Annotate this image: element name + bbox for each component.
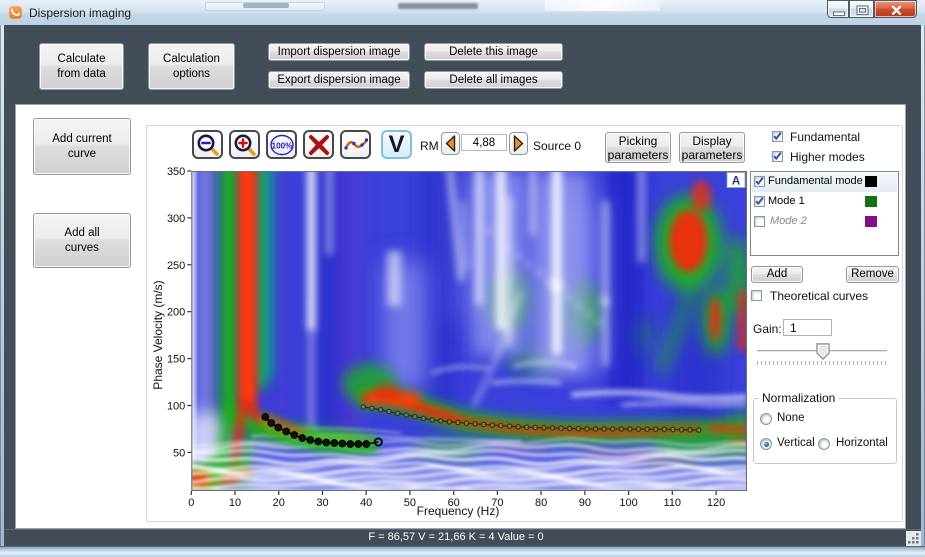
svg-text:40: 40	[360, 497, 372, 509]
svg-text:100: 100	[619, 497, 637, 509]
svg-text:100%: 100%	[271, 141, 293, 150]
svg-text:200: 200	[167, 307, 185, 319]
svg-text:10: 10	[229, 497, 241, 509]
svg-text:350: 350	[167, 166, 185, 178]
svg-text:30: 30	[316, 497, 328, 509]
svg-text:120: 120	[707, 497, 725, 509]
svg-text:150: 150	[167, 354, 185, 366]
svg-text:0: 0	[188, 497, 194, 509]
svg-text:50: 50	[173, 447, 185, 459]
svg-text:Frequency (Hz): Frequency (Hz)	[417, 504, 500, 518]
svg-text:50: 50	[404, 497, 416, 509]
svg-text:100: 100	[167, 401, 185, 413]
svg-text:80: 80	[535, 497, 547, 509]
svg-text:300: 300	[167, 213, 185, 225]
svg-text:A: A	[732, 176, 740, 188]
svg-text:110: 110	[664, 497, 682, 509]
svg-text:250: 250	[167, 260, 185, 272]
svg-text:Phase Velocity (m/s): Phase Velocity (m/s)	[151, 280, 165, 389]
svg-text:20: 20	[273, 497, 285, 509]
svg-text:90: 90	[579, 497, 591, 509]
